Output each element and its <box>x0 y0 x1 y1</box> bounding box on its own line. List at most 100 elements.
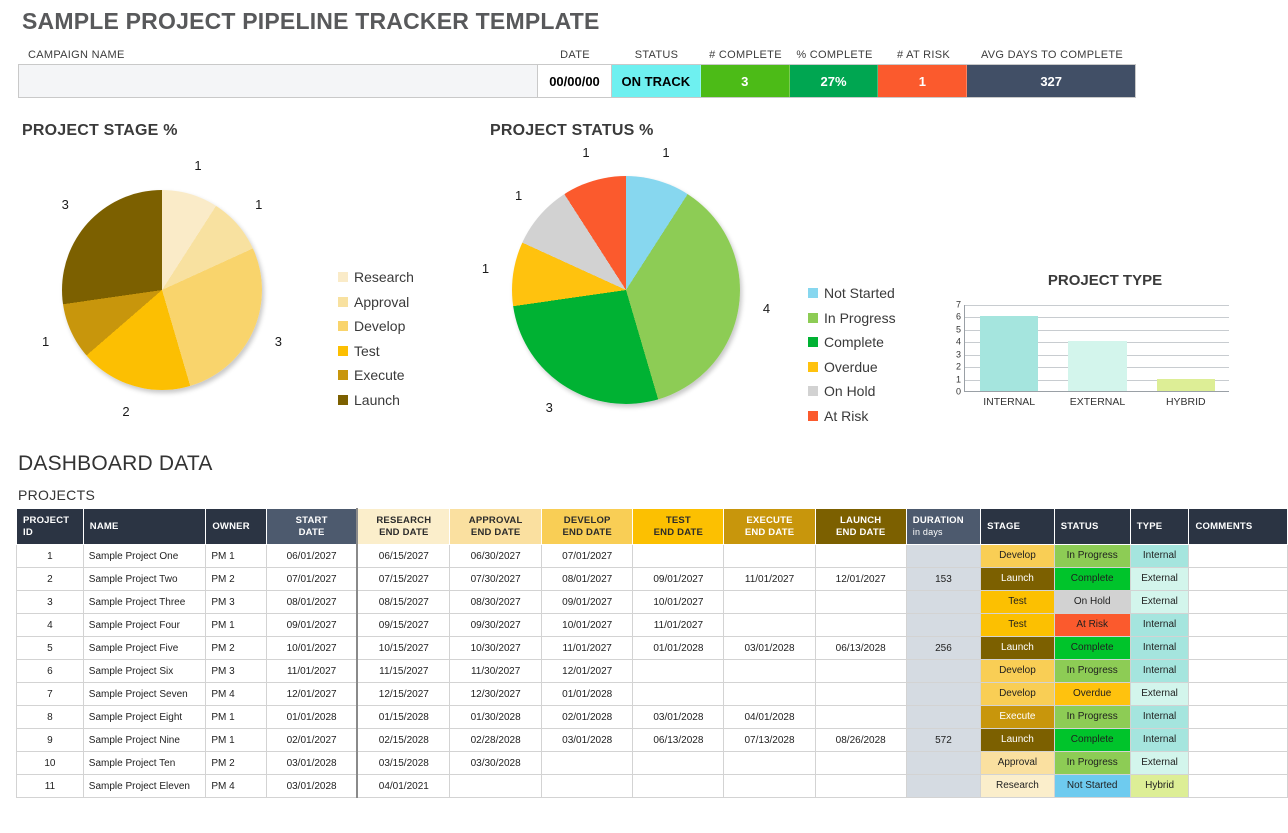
research-end-date-cell[interactable]: 09/15/2027 <box>356 613 451 637</box>
table-row[interactable]: 2 Sample Project Two PM 2 07/01/2027 07/15/2… <box>16 567 1288 591</box>
test-end-date-cell[interactable] <box>632 659 725 683</box>
execute-end-date-cell[interactable]: 07/13/2028 <box>723 728 816 752</box>
col-develop-end-date[interactable]: DEVELOP END DATE <box>541 508 634 545</box>
test-end-date-cell[interactable] <box>632 682 725 706</box>
duration-days-cell[interactable]: 153 <box>905 567 982 591</box>
execute-end-date-cell[interactable]: 11/01/2027 <box>723 567 816 591</box>
approval-end-date-cell[interactable]: 07/30/2027 <box>449 567 543 591</box>
type-badge-cell[interactable]: Hybrid <box>1129 774 1190 798</box>
duration-days-cell[interactable] <box>905 774 982 798</box>
test-end-date-cell[interactable]: 03/01/2028 <box>632 705 725 729</box>
approval-end-date-cell[interactable]: 01/30/2028 <box>449 705 543 729</box>
launch-end-date-cell[interactable] <box>814 751 907 775</box>
research-end-date-cell[interactable]: 10/15/2027 <box>356 636 451 660</box>
type-badge-cell[interactable]: Internal <box>1129 659 1190 683</box>
stage-badge-cell[interactable]: Develop <box>980 659 1055 683</box>
status-badge-cell[interactable]: Overdue <box>1053 682 1131 706</box>
launch-end-date-cell[interactable] <box>814 659 907 683</box>
execute-end-date-cell[interactable] <box>723 682 816 706</box>
project-id-cell[interactable]: 10 <box>16 751 84 775</box>
project-owner-cell[interactable]: PM 4 <box>205 774 267 798</box>
start-date-cell[interactable]: 01/01/2028 <box>265 705 358 729</box>
research-end-date-cell[interactable]: 03/15/2028 <box>356 751 451 775</box>
start-date-cell[interactable]: 10/01/2027 <box>265 636 358 660</box>
project-name-cell[interactable]: Sample Project Six <box>82 659 207 683</box>
stage-badge-cell[interactable]: Launch <box>980 636 1055 660</box>
test-end-date-cell[interactable]: 01/01/2028 <box>632 636 725 660</box>
duration-days-cell[interactable] <box>905 751 982 775</box>
status-badge-cell[interactable]: Complete <box>1053 636 1131 660</box>
project-id-cell[interactable]: 11 <box>16 774 84 798</box>
stage-badge-cell[interactable]: Launch <box>980 728 1055 752</box>
develop-end-date-cell[interactable]: 10/01/2027 <box>541 613 634 637</box>
status-badge-cell[interactable]: At Risk <box>1053 613 1131 637</box>
col-launch-end-date[interactable]: LAUNCH END DATE <box>814 508 907 545</box>
research-end-date-cell[interactable]: 12/15/2027 <box>356 682 451 706</box>
start-date-cell[interactable]: 06/01/2027 <box>265 544 358 568</box>
approval-end-date-cell[interactable]: 10/30/2027 <box>449 636 543 660</box>
execute-end-date-cell[interactable] <box>723 613 816 637</box>
project-owner-cell[interactable]: PM 1 <box>205 728 267 752</box>
start-date-cell[interactable]: 02/01/2027 <box>265 728 358 752</box>
type-badge-cell[interactable]: Internal <box>1129 705 1190 729</box>
launch-end-date-cell[interactable] <box>814 774 907 798</box>
project-owner-cell[interactable]: PM 2 <box>205 636 267 660</box>
start-date-cell[interactable]: 03/01/2028 <box>265 774 358 798</box>
test-end-date-cell[interactable]: 09/01/2027 <box>632 567 725 591</box>
project-name-cell[interactable]: Sample Project One <box>82 544 207 568</box>
comments-cell[interactable] <box>1188 590 1288 614</box>
status-badge-cell[interactable]: Complete <box>1053 567 1131 591</box>
develop-end-date-cell[interactable]: 01/01/2028 <box>541 682 634 706</box>
type-badge-cell[interactable]: Internal <box>1129 636 1190 660</box>
project-owner-cell[interactable]: PM 1 <box>205 705 267 729</box>
stage-badge-cell[interactable]: Approval <box>980 751 1055 775</box>
research-end-date-cell[interactable]: 06/15/2027 <box>356 544 451 568</box>
project-owner-cell[interactable]: PM 3 <box>205 659 267 683</box>
execute-end-date-cell[interactable] <box>723 544 816 568</box>
comments-cell[interactable] <box>1188 567 1288 591</box>
comments-cell[interactable] <box>1188 659 1288 683</box>
project-owner-cell[interactable]: PM 1 <box>205 544 267 568</box>
launch-end-date-cell[interactable] <box>814 613 907 637</box>
research-end-date-cell[interactable]: 02/15/2028 <box>356 728 451 752</box>
approval-end-date-cell[interactable]: 08/30/2027 <box>449 590 543 614</box>
comments-cell[interactable] <box>1188 774 1288 798</box>
project-owner-cell[interactable]: PM 4 <box>205 682 267 706</box>
develop-end-date-cell[interactable]: 02/01/2028 <box>541 705 634 729</box>
launch-end-date-cell[interactable] <box>814 682 907 706</box>
start-date-cell[interactable]: 11/01/2027 <box>265 659 358 683</box>
duration-days-cell[interactable] <box>905 705 982 729</box>
type-badge-cell[interactable]: External <box>1129 567 1190 591</box>
execute-end-date-cell[interactable] <box>723 751 816 775</box>
col-status[interactable]: STATUS <box>1053 508 1131 545</box>
project-name-cell[interactable]: Sample Project Five <box>82 636 207 660</box>
duration-days-cell[interactable]: 256 <box>905 636 982 660</box>
launch-end-date-cell[interactable] <box>814 544 907 568</box>
project-owner-cell[interactable]: PM 2 <box>205 751 267 775</box>
approval-end-date-cell[interactable]: 11/30/2027 <box>449 659 543 683</box>
approval-end-date-cell[interactable]: 12/30/2027 <box>449 682 543 706</box>
stage-badge-cell[interactable]: Test <box>980 590 1055 614</box>
status-badge-cell[interactable]: In Progress <box>1053 544 1131 568</box>
approval-end-date-cell[interactable]: 09/30/2027 <box>449 613 543 637</box>
comments-cell[interactable] <box>1188 613 1288 637</box>
comments-cell[interactable] <box>1188 705 1288 729</box>
start-date-cell[interactable]: 12/01/2027 <box>265 682 358 706</box>
project-id-cell[interactable]: 5 <box>16 636 84 660</box>
project-id-cell[interactable]: 9 <box>16 728 84 752</box>
approval-end-date-cell[interactable]: 03/30/2028 <box>449 751 543 775</box>
status-badge-cell[interactable]: In Progress <box>1053 659 1131 683</box>
develop-end-date-cell[interactable] <box>541 774 634 798</box>
table-row[interactable]: 9 Sample Project Nine PM 1 02/01/2027 02/15/… <box>16 728 1288 752</box>
col-start-date[interactable]: START DATE <box>265 508 358 545</box>
col-type[interactable]: TYPE <box>1129 508 1190 545</box>
type-badge-cell[interactable]: Internal <box>1129 544 1190 568</box>
col-owner[interactable]: OWNER <box>205 508 267 545</box>
table-row[interactable]: 7 Sample Project Seven PM 4 12/01/2027 12/15… <box>16 682 1288 706</box>
comments-cell[interactable] <box>1188 636 1288 660</box>
test-end-date-cell[interactable] <box>632 774 725 798</box>
table-row[interactable]: 5 Sample Project Five PM 2 10/01/2027 10/15/… <box>16 636 1288 660</box>
test-end-date-cell[interactable]: 06/13/2028 <box>632 728 725 752</box>
execute-end-date-cell[interactable]: 03/01/2028 <box>723 636 816 660</box>
stage-badge-cell[interactable]: Execute <box>980 705 1055 729</box>
